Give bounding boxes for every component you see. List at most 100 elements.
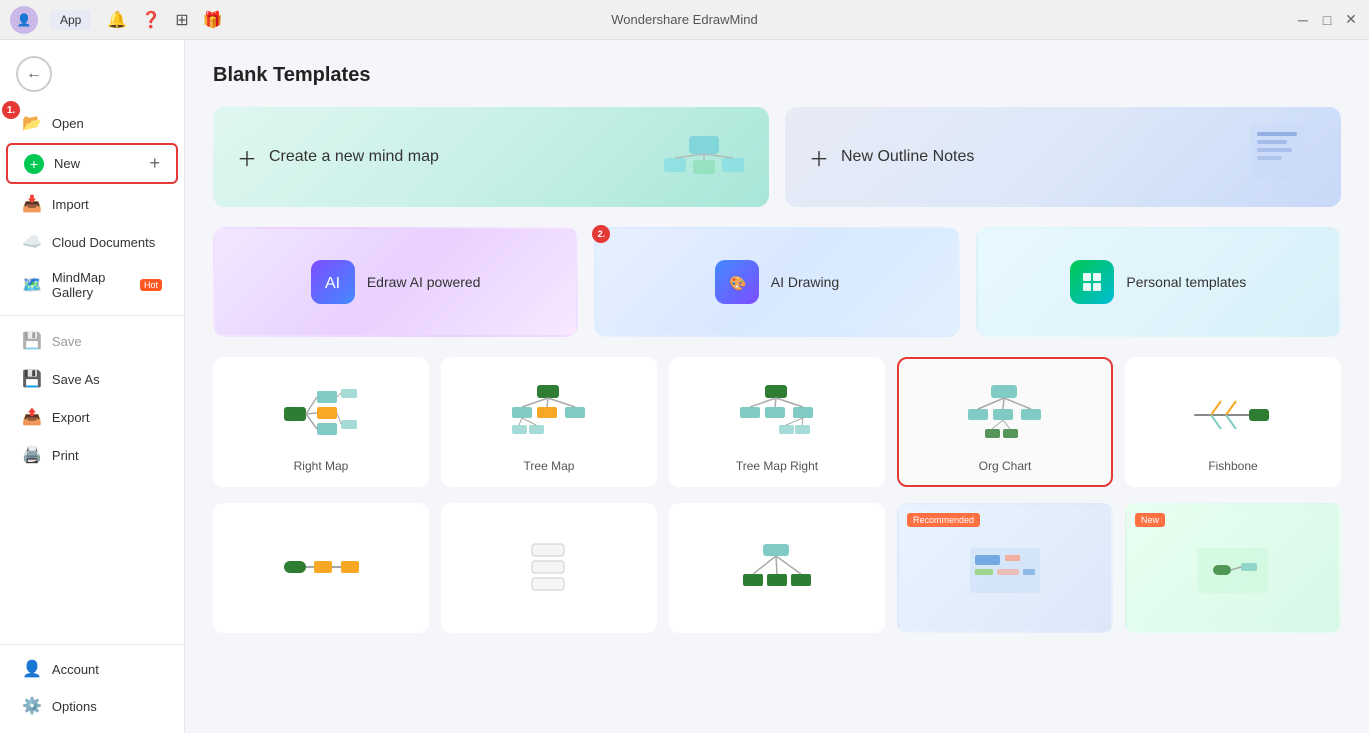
content-area: Blank Templates ＋ Create a new mind map xyxy=(185,40,1369,733)
sidebar-saveas-label: Save As xyxy=(52,372,162,387)
feature-template-row: AI Edraw AI powered 2. 🎨 AI Drawing xyxy=(213,227,1341,337)
outline-notes-label: New Outline Notes xyxy=(841,148,974,166)
gift-icon[interactable]: 🎁 xyxy=(199,8,227,32)
save-icon: 💾 xyxy=(22,331,42,351)
outline-plus-icon: ＋ xyxy=(809,143,829,172)
bottom-template-row: Recommended New xyxy=(213,503,1341,633)
tree-map-card[interactable]: Tree Map xyxy=(441,357,657,487)
window-controls: ─ □ ✕ xyxy=(1295,12,1359,28)
sidebar-gallery-label: MindMap Gallery xyxy=(52,270,126,300)
user-avatar[interactable]: 👤 xyxy=(10,6,38,34)
options-icon: ⚙️ xyxy=(22,696,42,716)
fishbone-label: Fishbone xyxy=(1208,459,1257,473)
new-plus-icon[interactable]: + xyxy=(149,153,160,174)
banner-row: ＋ Create a new mind map ＋ New O xyxy=(213,107,1341,207)
flow2-diagram xyxy=(507,521,592,611)
help-icon[interactable]: ❓ xyxy=(137,8,165,32)
toolbar-icons: 🔔 ❓ ⊞ 🎁 xyxy=(103,8,226,32)
mindmap-illustration xyxy=(659,116,749,198)
sidebar-account-label: Account xyxy=(52,662,162,677)
gallery-icon: 🗺️ xyxy=(22,275,42,295)
sidebar-item-cloud[interactable]: ☁️ Cloud Documents xyxy=(6,224,178,260)
bell-icon[interactable]: 🔔 xyxy=(103,8,131,32)
app-title: Wondershare EdrawMind xyxy=(611,12,757,27)
banner-plus-icon: ＋ xyxy=(237,143,257,172)
tree-map-right-diagram xyxy=(735,375,820,451)
sidebar-divider-bottom xyxy=(0,644,184,645)
sidebar-item-open[interactable]: 1. 📂 Open xyxy=(6,105,178,141)
step2-badge: 2. xyxy=(592,225,610,243)
app-button[interactable]: App xyxy=(50,10,91,30)
maximize-btn[interactable]: □ xyxy=(1319,12,1335,28)
edraw-ai-card[interactable]: AI Edraw AI powered xyxy=(213,227,578,337)
sidebar-import-label: Import xyxy=(52,197,162,212)
edraw-ai-icon: AI xyxy=(311,260,355,304)
print-icon: 🖨️ xyxy=(22,445,42,465)
create-mindmap-label: Create a new mind map xyxy=(269,148,439,166)
import-icon: 📥 xyxy=(22,194,42,214)
tree-map-label: Tree Map xyxy=(524,459,575,473)
sidebar-item-save[interactable]: 💾 Save xyxy=(6,323,178,359)
personal-templates-card[interactable]: Personal templates xyxy=(976,227,1341,337)
sidebar-print-label: Print xyxy=(52,448,162,463)
new-badge: New xyxy=(1135,513,1165,527)
map-template-row: Right Map xyxy=(213,357,1341,487)
titlebar: 👤 App 🔔 ❓ ⊞ 🎁 Wondershare EdrawMind ─ □ … xyxy=(0,0,1369,40)
sidebar-item-export[interactable]: 📤 Export xyxy=(6,399,178,435)
sidebar-options-label: Options xyxy=(52,699,162,714)
hot-badge: Hot xyxy=(140,279,162,291)
page-title: Blank Templates xyxy=(213,64,1341,87)
sidebar-item-new[interactable]: + New + xyxy=(6,143,178,184)
tree-map-right-card[interactable]: Tree Map Right xyxy=(669,357,885,487)
sidebar-cloud-label: Cloud Documents xyxy=(52,235,162,250)
sidebar: ← 1. 📂 Open + New + 📥 Import ☁️ Cloud Do… xyxy=(0,40,185,733)
main-layout: ← 1. 📂 Open + New + 📥 Import ☁️ Cloud Do… xyxy=(0,40,1369,733)
open-icon: 📂 xyxy=(22,113,42,133)
export-icon: 📤 xyxy=(22,407,42,427)
flow2-card[interactable] xyxy=(441,503,657,633)
recommended-card[interactable]: Recommended xyxy=(897,503,1113,633)
sidebar-item-import[interactable]: 📥 Import xyxy=(6,186,178,222)
recommended-preview xyxy=(911,521,1099,619)
edraw-ai-label: Edraw AI powered xyxy=(367,274,481,290)
titlebar-left: 👤 App 🔔 ❓ ⊞ 🎁 xyxy=(10,6,227,34)
personal-templates-icon xyxy=(1070,260,1114,304)
minimize-btn[interactable]: ─ xyxy=(1295,12,1311,28)
back-icon: ← xyxy=(16,56,52,92)
step1-badge: 1. xyxy=(2,101,20,119)
fishbone-diagram xyxy=(1191,375,1276,451)
sidebar-save-label: Save xyxy=(52,334,162,349)
tree-map-right-label: Tree Map Right xyxy=(736,459,818,473)
ai-drawing-card[interactable]: 2. 🎨 AI Drawing xyxy=(594,227,959,337)
cloud-icon: ☁️ xyxy=(22,232,42,252)
sidebar-item-save-as[interactable]: 💾 Save As xyxy=(6,361,178,397)
new-template-preview xyxy=(1139,521,1327,619)
sidebar-export-label: Export xyxy=(52,410,162,425)
sidebar-item-options[interactable]: ⚙️ Options xyxy=(6,688,178,724)
flow1-diagram xyxy=(279,521,364,611)
grid-icon[interactable]: ⊞ xyxy=(171,8,192,32)
right-map-diagram xyxy=(279,375,364,451)
close-btn[interactable]: ✕ xyxy=(1343,12,1359,28)
sidebar-item-mindmap-gallery[interactable]: 🗺️ MindMap Gallery Hot xyxy=(6,262,178,308)
sidebar-item-account[interactable]: 👤 Account xyxy=(6,651,178,687)
flow1-card[interactable] xyxy=(213,503,429,633)
flow3-card[interactable] xyxy=(669,503,885,633)
sidebar-item-print[interactable]: 🖨️ Print xyxy=(6,437,178,473)
ai-drawing-icon: 🎨 xyxy=(715,260,759,304)
fishbone-card[interactable]: Fishbone xyxy=(1125,357,1341,487)
create-mindmap-banner[interactable]: ＋ Create a new mind map xyxy=(213,107,769,207)
outline-notes-banner[interactable]: ＋ New Outline Notes xyxy=(785,107,1341,207)
account-icon: 👤 xyxy=(22,659,42,679)
sidebar-bottom: 👤 Account ⚙️ Options xyxy=(0,638,184,725)
new-template-card[interactable]: New xyxy=(1125,503,1341,633)
ai-drawing-label: AI Drawing xyxy=(771,274,839,290)
right-map-card[interactable]: Right Map xyxy=(213,357,429,487)
tree-map-diagram xyxy=(507,375,592,451)
org-chart-card[interactable]: Org Chart xyxy=(897,357,1113,487)
recommended-badge: Recommended xyxy=(907,513,980,527)
back-button[interactable]: ← xyxy=(0,48,184,100)
right-map-label: Right Map xyxy=(294,459,349,473)
org-chart-label: Org Chart xyxy=(979,459,1032,473)
new-circle-icon: + xyxy=(24,154,44,174)
